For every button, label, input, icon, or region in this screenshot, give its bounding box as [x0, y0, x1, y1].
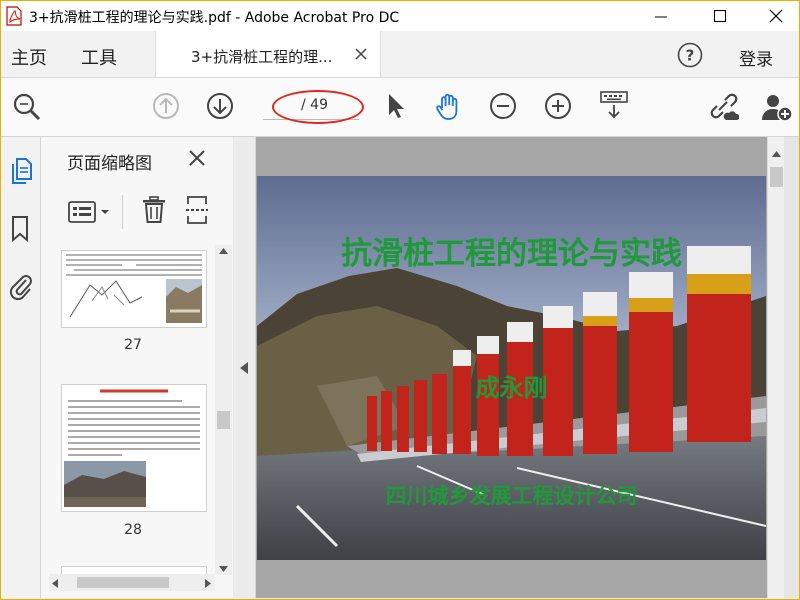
- navigation-pane-strip: [1, 137, 41, 598]
- page-thumbnails-icon[interactable]: [9, 157, 33, 185]
- document-vertical-scrollbar[interactable]: [767, 137, 785, 598]
- close-window-button[interactable]: [753, 3, 799, 29]
- slide-title: 抗滑桩工程的理论与实践: [341, 236, 682, 272]
- page-number-highlight: [272, 90, 364, 124]
- share-link-icon[interactable]: [707, 92, 739, 122]
- thumbnail-options-icon[interactable]: [68, 201, 114, 223]
- attachment-icon[interactable]: [9, 271, 33, 301]
- tab-home[interactable]: 主页: [11, 44, 47, 70]
- thumbnail-horizontal-scrollbar[interactable]: [49, 574, 215, 591]
- extract-pages-icon[interactable]: [186, 196, 208, 224]
- page-down-icon[interactable]: [206, 92, 234, 120]
- thumbnail-list[interactable]: 27 28: [41, 244, 217, 575]
- panel-collapse-bar[interactable]: [234, 137, 256, 598]
- maximize-button[interactable]: [697, 3, 743, 29]
- window-title: 3+抗滑桩工程的理论与实践.pdf - Adobe Acrobat Pro DC: [29, 10, 400, 26]
- thumbnail-label-28: 28: [124, 522, 142, 538]
- close-icon[interactable]: [355, 48, 367, 60]
- toolbar-divider: [122, 195, 123, 229]
- scroll-up-arrow-icon[interactable]: [219, 248, 228, 254]
- thumbnail-vertical-scrollbar[interactable]: [215, 245, 232, 575]
- zoom-search-icon[interactable]: [12, 92, 42, 122]
- scroll-right-arrow-icon[interactable]: [205, 579, 211, 588]
- thumbnail-scroll-thumb[interactable]: [217, 411, 230, 429]
- minimize-icon: [655, 16, 667, 18]
- hand-icon[interactable]: [433, 92, 463, 122]
- page-up-icon[interactable]: [152, 92, 180, 120]
- thumbnail-panel: 页面缩略图 27 28: [41, 137, 233, 598]
- help-icon[interactable]: ?: [677, 42, 703, 68]
- maximize-icon: [714, 10, 726, 22]
- keyboard-scroll-icon[interactable]: [599, 90, 629, 120]
- thumbnail-page-27[interactable]: [61, 250, 207, 328]
- panel-title: 页面缩略图: [67, 154, 152, 174]
- thumbnail-hscroll-thumb[interactable]: [77, 577, 169, 588]
- document-view[interactable]: 抗滑桩工程的理论与实践 成永刚 四川城乡发展工程设计公司: [256, 137, 767, 598]
- pdf-file-icon: [6, 6, 22, 26]
- thumbnail-page-28[interactable]: [61, 384, 207, 512]
- scroll-left-arrow-icon[interactable]: [52, 579, 58, 588]
- document-tab-label: 3+抗滑桩工程的理...: [191, 48, 333, 66]
- bookmark-icon[interactable]: [10, 215, 30, 243]
- svg-text:?: ?: [686, 47, 695, 65]
- close-icon: [769, 9, 783, 23]
- title-bar: 3+抗滑桩工程的理论与实践.pdf - Adobe Acrobat Pro DC: [1, 1, 799, 31]
- slide-author: 成永刚: [475, 373, 548, 402]
- thumbnail-label-27: 27: [124, 337, 142, 353]
- thumbnail-tools: [41, 184, 233, 236]
- right-edge-gap: [784, 137, 799, 598]
- close-icon[interactable]: [189, 150, 205, 166]
- tab-row: 主页 工具 3+抗滑桩工程的理... ? 登录: [1, 31, 799, 78]
- login-button[interactable]: 登录: [739, 45, 773, 70]
- slide-organization: 四川城乡发展工程设计公司: [385, 483, 638, 508]
- collapse-arrow-icon[interactable]: [240, 362, 248, 374]
- thumbnail-28-preview: [64, 389, 200, 507]
- minimize-button[interactable]: [638, 3, 684, 29]
- document-scroll-thumb[interactable]: [770, 167, 783, 187]
- zoom-out-icon[interactable]: [489, 92, 517, 120]
- thumbnail-27-preview: [66, 254, 202, 323]
- scroll-up-arrow-icon[interactable]: [772, 151, 781, 157]
- scroll-down-arrow-icon[interactable]: [219, 566, 228, 572]
- zoom-in-icon[interactable]: [544, 92, 572, 120]
- main-toolbar: / 49: [1, 78, 799, 137]
- pdf-slide-page: 抗滑桩工程的理论与实践 成永刚 四川城乡发展工程设计公司: [257, 176, 766, 560]
- delete-page-icon[interactable]: [142, 196, 166, 224]
- add-user-icon[interactable]: [761, 92, 793, 122]
- tab-tools[interactable]: 工具: [81, 44, 117, 70]
- tab-document[interactable]: 3+抗滑桩工程的理...: [155, 31, 381, 77]
- pointer-icon[interactable]: [385, 92, 407, 120]
